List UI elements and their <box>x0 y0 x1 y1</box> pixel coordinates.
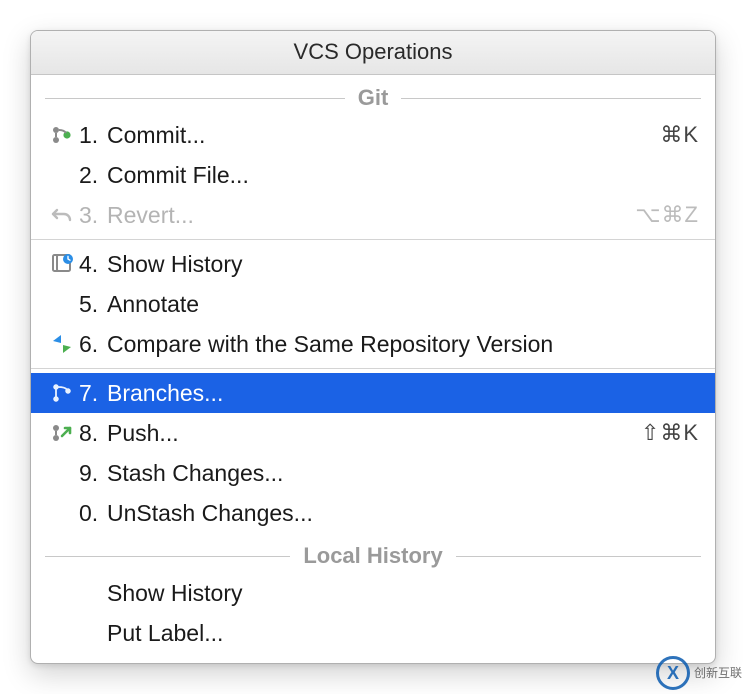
menu-item-label: Annotate <box>107 291 699 318</box>
menu-item-commit-file[interactable]: 2. Commit File... <box>31 155 715 195</box>
git-menu-group-1: 1. Commit... ⌘K 2. Commit File... 3. Rev… <box>31 115 715 235</box>
section-header-label: Local History <box>293 543 452 569</box>
compare-arrows-icon <box>45 333 79 355</box>
menu-item-unstash[interactable]: 0. UnStash Changes... <box>31 493 715 533</box>
menu-item-number: 5. <box>79 291 107 318</box>
menu-item-shortcut: ⇧⌘K <box>641 420 699 446</box>
separator <box>31 239 715 240</box>
separator <box>31 368 715 369</box>
menu-item-label: Show History <box>107 580 699 607</box>
menu-item-branches[interactable]: 7. Branches... <box>31 373 715 413</box>
menu-item-put-label[interactable]: Put Label... <box>31 613 715 653</box>
menu-item-number: 7. <box>79 380 107 407</box>
menu-item-compare-repo[interactable]: 6. Compare with the Same Repository Vers… <box>31 324 715 364</box>
menu-item-label: Branches... <box>107 380 699 407</box>
undo-icon <box>45 204 79 226</box>
section-header-label: Git <box>348 85 399 111</box>
menu-item-label: UnStash Changes... <box>107 500 699 527</box>
menu-item-label: Put Label... <box>107 620 699 647</box>
menu-item-number: 3. <box>79 202 107 229</box>
menu-item-stash[interactable]: 9. Stash Changes... <box>31 453 715 493</box>
menu-item-label: Stash Changes... <box>107 460 699 487</box>
menu-item-number: 8. <box>79 420 107 447</box>
git-menu-group-2: 4. Show History 5. Annotate 6. Compare w… <box>31 244 715 364</box>
menu-item-number: 4. <box>79 251 107 278</box>
branches-icon <box>45 382 79 404</box>
menu-item-number: 9. <box>79 460 107 487</box>
menu-item-label: Commit File... <box>107 162 699 189</box>
branch-commit-icon <box>45 124 79 146</box>
git-menu-group-3: 7. Branches... 8. Push... ⇧⌘K 9. Stash C <box>31 373 715 533</box>
menu-item-label: Commit... <box>107 122 660 149</box>
popup-title: VCS Operations <box>31 31 715 75</box>
menu-item-number: 6. <box>79 331 107 358</box>
section-header-local-history: Local History <box>31 543 715 569</box>
section-header-git: Git <box>31 85 715 111</box>
menu-item-number: 1. <box>79 122 107 149</box>
local-history-menu-group: Show History Put Label... <box>31 573 715 653</box>
menu-item-label: Show History <box>107 251 699 278</box>
menu-item-label: Push... <box>107 420 641 447</box>
menu-item-revert: 3. Revert... ⌥⌘Z <box>31 195 715 235</box>
menu-item-label: Revert... <box>107 202 635 229</box>
watermark-text: 创新互联 <box>694 667 742 679</box>
menu-item-shortcut: ⌘K <box>660 122 699 148</box>
watermark-logo: X 创新互联 <box>656 656 742 690</box>
push-icon <box>45 422 79 444</box>
menu-item-annotate[interactable]: 5. Annotate <box>31 284 715 324</box>
watermark-badge: X <box>656 656 690 690</box>
vcs-operations-popup: VCS Operations Git 1. Commit... ⌘K <box>30 30 716 664</box>
history-clock-icon <box>45 253 79 275</box>
menu-item-local-show-history[interactable]: Show History <box>31 573 715 613</box>
menu-item-label: Compare with the Same Repository Version <box>107 331 699 358</box>
menu-item-commit[interactable]: 1. Commit... ⌘K <box>31 115 715 155</box>
menu-item-number: 0. <box>79 500 107 527</box>
menu-item-number: 2. <box>79 162 107 189</box>
menu-item-shortcut: ⌥⌘Z <box>635 202 699 228</box>
menu-item-push[interactable]: 8. Push... ⇧⌘K <box>31 413 715 453</box>
menu-item-show-history[interactable]: 4. Show History <box>31 244 715 284</box>
